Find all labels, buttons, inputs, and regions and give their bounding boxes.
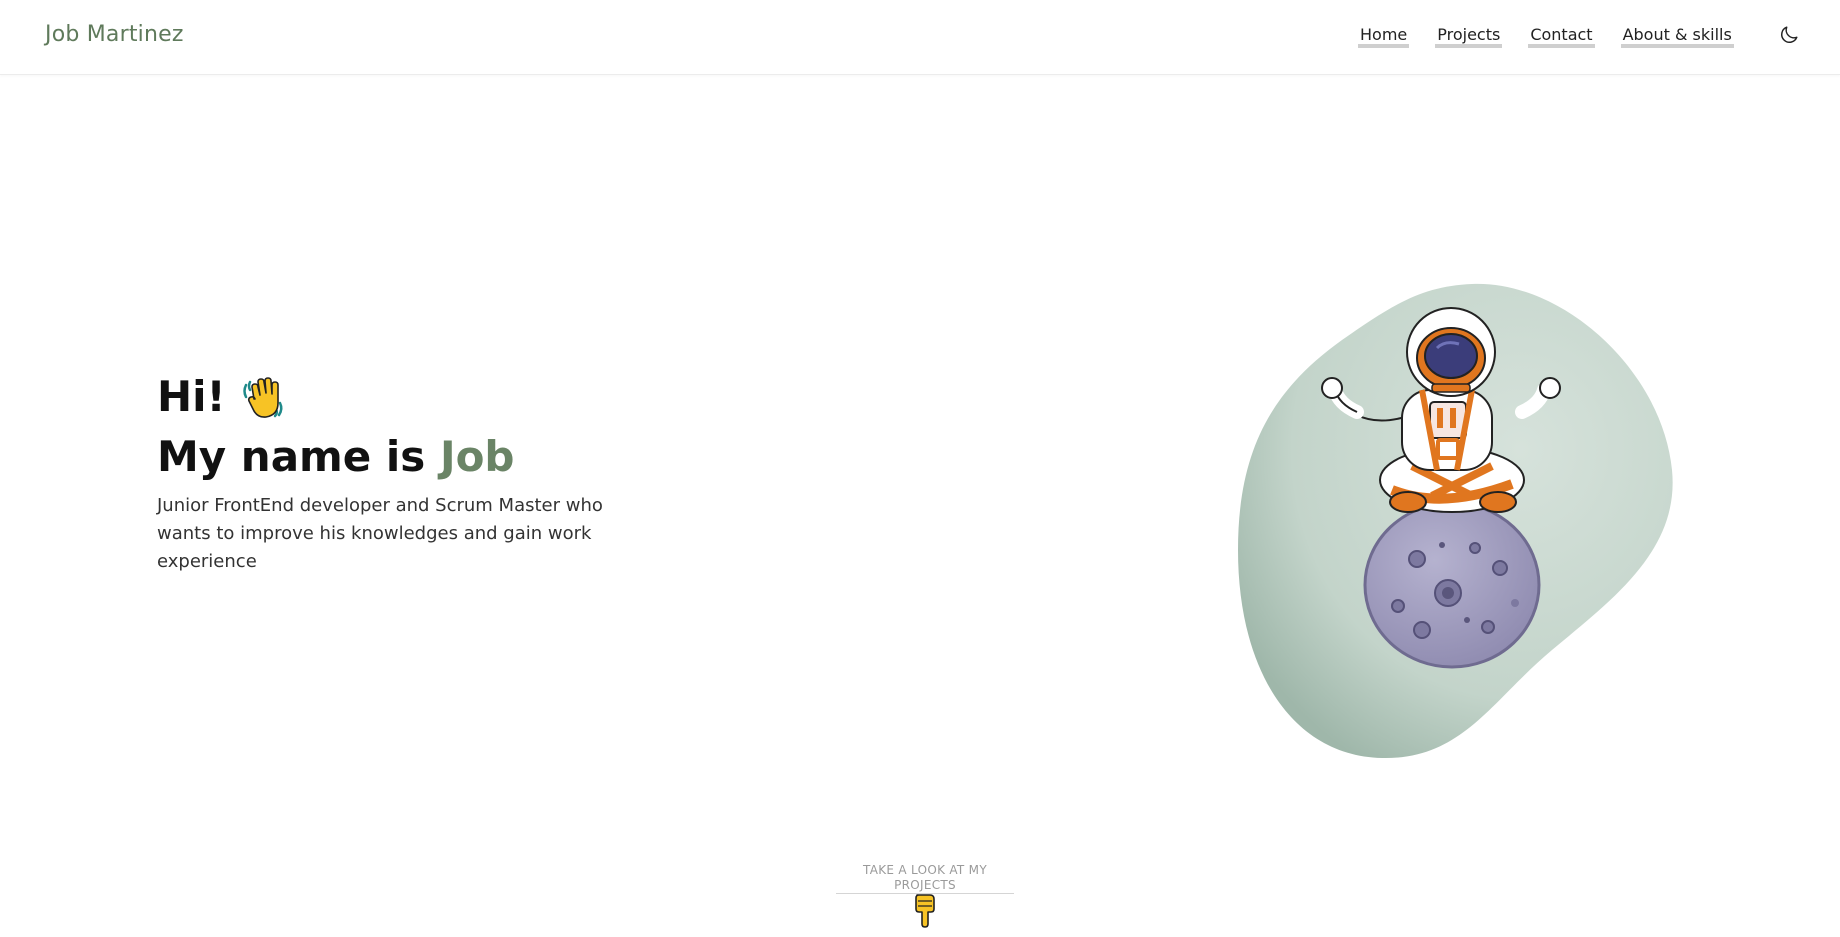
moon-graphic — [1363, 501, 1541, 669]
nav-link-contact[interactable]: Contact — [1528, 26, 1595, 48]
main-nav: Home Projects Contact About & skills — [1358, 24, 1734, 50]
greeting-heading: Hi! — [157, 368, 627, 426]
hero-blob-image — [1238, 283, 1673, 759]
tagline: Junior FrontEnd developer and Scrum Mast… — [157, 495, 603, 572]
navbar: Job Martinez Home Projects Contact About… — [0, 0, 1840, 75]
waving-hand-icon — [242, 377, 283, 418]
nav-link-projects[interactable]: Projects — [1435, 26, 1503, 48]
moon-icon — [1781, 26, 1798, 43]
name-heading: My name is Job — [157, 428, 627, 486]
nav-link-home[interactable]: Home — [1358, 26, 1410, 48]
hero-intro: Hi! My name is Job Junior FrontEnd devel… — [157, 368, 627, 576]
brand-logo[interactable]: Job Martinez — [45, 22, 184, 47]
nav-link-about-skills[interactable]: About & skills — [1620, 26, 1734, 48]
theme-toggle-button[interactable] — [1776, 22, 1802, 48]
pointing-down-hand-icon[interactable] — [909, 891, 939, 929]
projects-cta-link[interactable]: TAKE A LOOK AT MY PROJECTS — [836, 863, 1014, 894]
astronaut-on-moon-illustration — [1232, 280, 1680, 760]
name-highlight: Job — [439, 432, 515, 481]
name-prefix: My name is — [157, 432, 426, 481]
greeting-text: Hi! — [157, 372, 226, 421]
projects-cta: TAKE A LOOK AT MY PROJECTS — [836, 863, 1014, 894]
